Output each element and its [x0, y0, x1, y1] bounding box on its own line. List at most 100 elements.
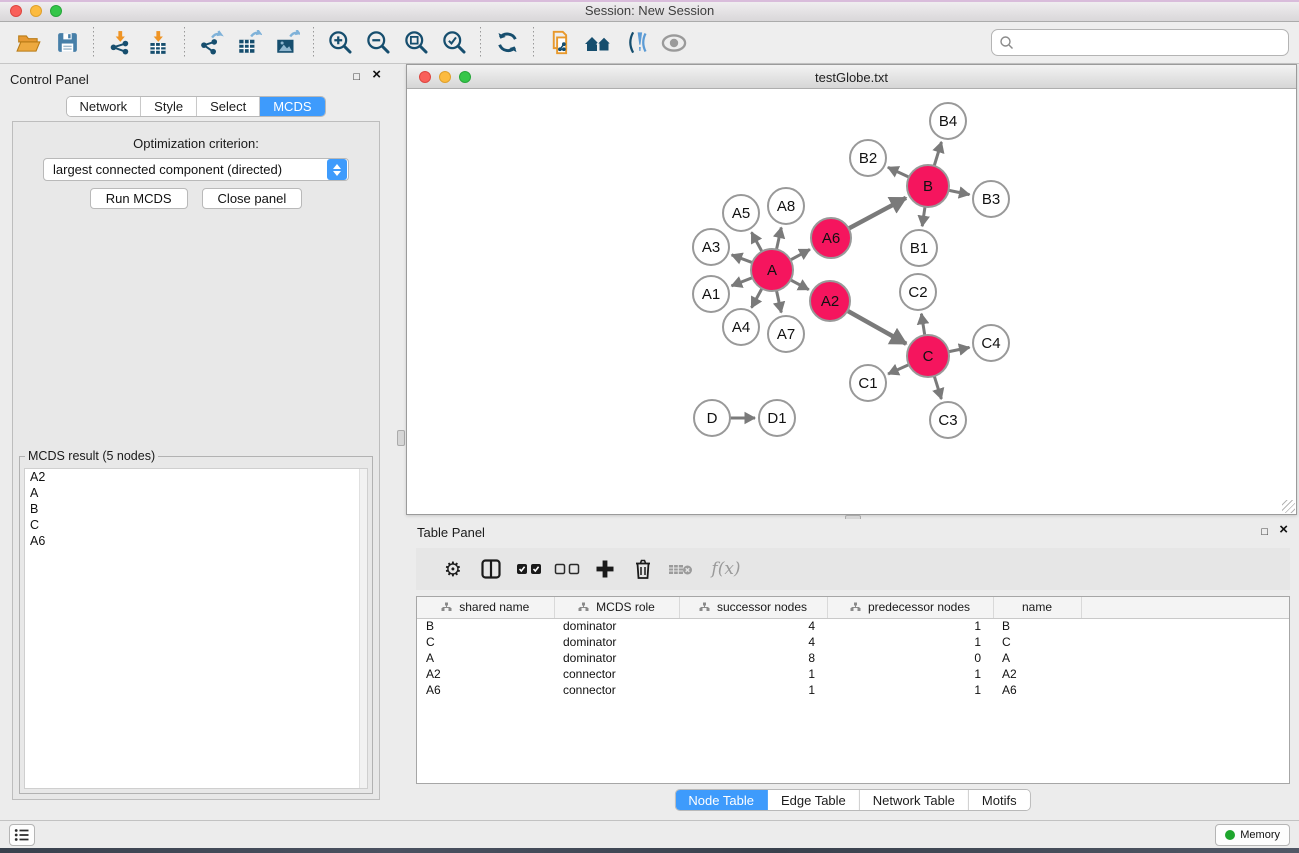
table-toolbar: ⚙ f(x) — [416, 548, 1290, 590]
delete-table-icon[interactable] — [662, 554, 700, 584]
table-close-icon[interactable]: × — [1279, 523, 1288, 537]
network-canvas[interactable]: A A1 A3A5A8 A4A7 A6 A2 B B2 B4 B3 B1 C C2 C4 C1 C3 D D1 — [407, 90, 1296, 514]
memory-button[interactable]: Memory — [1215, 824, 1290, 846]
zoom-out-icon[interactable] — [363, 28, 393, 58]
close-panel-icon[interactable]: × — [372, 68, 381, 82]
node-D1[interactable]: D1 — [759, 400, 795, 436]
column-type-icon — [441, 602, 452, 612]
search-input[interactable] — [1015, 33, 1288, 53]
node-C2[interactable]: C2 — [900, 274, 936, 310]
column-header-mcds-role[interactable]: MCDS role — [554, 597, 679, 618]
result-item-c[interactable]: C — [25, 517, 367, 533]
node-C4[interactable]: C4 — [973, 325, 1009, 361]
clone-network-icon[interactable] — [545, 28, 575, 58]
memory-status-icon — [1225, 830, 1235, 840]
float-panel-icon[interactable]: □ — [353, 70, 360, 84]
open-session-icon[interactable] — [14, 28, 44, 58]
network-window-titlebar[interactable]: testGlobe.txt — [407, 65, 1296, 89]
table-tab-motifs[interactable]: Motifs — [969, 790, 1030, 810]
tab-network[interactable]: Network — [66, 97, 141, 116]
show-hide-icon[interactable] — [659, 28, 689, 58]
result-item-a[interactable]: A — [25, 485, 367, 501]
tab-select[interactable]: Select — [197, 97, 260, 116]
result-item-b[interactable]: B — [25, 501, 367, 517]
table-row[interactable]: Adominator80A — [417, 650, 1289, 666]
zoom-fit-icon[interactable] — [401, 28, 431, 58]
export-table-icon[interactable] — [234, 28, 264, 58]
node-A3[interactable]: A3 — [693, 229, 729, 265]
node-A2[interactable]: A2 — [810, 281, 850, 321]
save-session-icon[interactable] — [52, 28, 82, 58]
deselect-all-icon[interactable] — [548, 554, 586, 584]
table-row[interactable]: A6connector11A6 — [417, 682, 1289, 698]
node-table-body: Bdominator41BCdominator41CAdominator80AA… — [417, 618, 1289, 698]
mcds-result-items: A2ABCA6 — [25, 469, 367, 549]
table-row[interactable]: A2connector11A2 — [417, 666, 1289, 682]
control-panel-title: Control Panel — [10, 72, 89, 87]
vertical-splitter-handle[interactable] — [397, 430, 405, 446]
session-title: Session: New Session — [0, 3, 1299, 18]
zoom-in-icon[interactable] — [325, 28, 355, 58]
node-B2[interactable]: B2 — [850, 140, 886, 176]
table-tab-edge-table[interactable]: Edge Table — [768, 790, 860, 810]
toggle-style-icon[interactable] — [621, 28, 651, 58]
criterion-dropdown[interactable]: largest connected component (directed) — [43, 158, 349, 181]
column-type-icon — [578, 602, 589, 612]
node-C[interactable]: C — [907, 335, 949, 377]
search-field[interactable] — [991, 29, 1289, 56]
zoom-selected-icon[interactable] — [439, 28, 469, 58]
node-B[interactable]: B — [907, 165, 949, 207]
table-float-icon[interactable]: □ — [1261, 525, 1268, 539]
svg-text:B: B — [923, 178, 933, 195]
column-header-shared-name[interactable]: shared name — [417, 597, 554, 618]
tab-style[interactable]: Style — [141, 97, 197, 116]
node-D[interactable]: D — [694, 400, 730, 436]
column-header-successor-nodes[interactable]: successor nodes — [679, 597, 827, 618]
svg-text:D: D — [707, 410, 718, 427]
node-A1[interactable]: A1 — [693, 276, 729, 312]
import-table-icon[interactable] — [143, 28, 173, 58]
import-network-icon[interactable] — [105, 28, 135, 58]
table-tab-node-table[interactable]: Node Table — [675, 790, 768, 810]
home-icon[interactable] — [583, 28, 613, 58]
close-panel-button[interactable]: Close panel — [202, 188, 303, 209]
node-A7[interactable]: A7 — [768, 316, 804, 352]
delete-column-icon[interactable] — [624, 554, 662, 584]
node-C1[interactable]: C1 — [850, 365, 886, 401]
svg-text:B3: B3 — [982, 191, 1000, 208]
table-row[interactable]: Cdominator41C — [417, 634, 1289, 650]
add-column-icon[interactable] — [586, 554, 624, 584]
mcds-result-list[interactable]: A2ABCA6 — [24, 468, 368, 789]
refresh-icon[interactable] — [492, 28, 522, 58]
node-B4[interactable]: B4 — [930, 103, 966, 139]
task-history-button[interactable] — [9, 824, 35, 846]
table-tab-network-table[interactable]: Network Table — [860, 790, 969, 810]
tab-mcds[interactable]: MCDS — [260, 97, 324, 116]
column-header-name[interactable]: name — [993, 597, 1081, 618]
node-A[interactable]: A — [751, 249, 793, 291]
column-visibility-icon[interactable] — [472, 554, 510, 584]
svg-text:A3: A3 — [702, 239, 720, 256]
table-row[interactable]: Bdominator41B — [417, 618, 1289, 634]
run-mcds-button[interactable]: Run MCDS — [90, 188, 188, 209]
node-B1[interactable]: B1 — [901, 230, 937, 266]
column-type-icon — [699, 602, 710, 612]
apply-function-icon[interactable]: f(x) — [700, 554, 752, 584]
node-C3[interactable]: C3 — [930, 402, 966, 438]
node-A5[interactable]: A5 — [723, 195, 759, 231]
column-header-predecessor-nodes[interactable]: predecessor nodes — [827, 597, 993, 618]
resize-grip-icon[interactable] — [1282, 500, 1295, 513]
application-window: Session: New Session — [0, 0, 1299, 853]
node-A6[interactable]: A6 — [811, 218, 851, 258]
node-B3[interactable]: B3 — [973, 181, 1009, 217]
result-item-a2[interactable]: A2 — [25, 469, 367, 485]
desktop-strip — [0, 848, 1299, 853]
table-settings-icon[interactable]: ⚙ — [434, 554, 472, 584]
node-A8[interactable]: A8 — [768, 188, 804, 224]
export-network-icon[interactable] — [196, 28, 226, 58]
select-all-icon[interactable] — [510, 554, 548, 584]
node-A4[interactable]: A4 — [723, 309, 759, 345]
result-scrollbar[interactable] — [359, 469, 367, 788]
export-image-icon[interactable] — [272, 28, 302, 58]
result-item-a6[interactable]: A6 — [25, 533, 367, 549]
